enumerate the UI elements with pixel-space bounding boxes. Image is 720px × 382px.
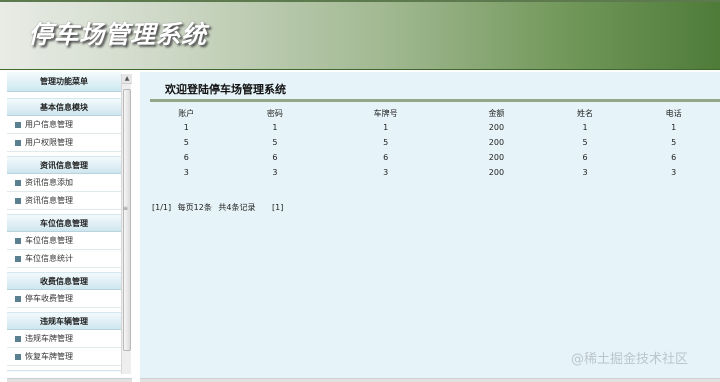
table-cell: 5 xyxy=(383,138,389,147)
sidebar-menu-item[interactable]: 恢复车牌管理 xyxy=(7,348,121,366)
sidebar-menu-item[interactable]: 资讯信息添加 xyxy=(7,174,121,192)
sidebar-menu-item[interactable]: 车位信息管理 xyxy=(7,232,121,250)
table-cell: 3 xyxy=(183,168,189,177)
pagination: [1/1] 每页12条 共4条记录 [1] xyxy=(152,202,287,213)
table-header-row: 账户 密码 车牌号 金额 姓名 电话 xyxy=(142,106,718,120)
table-cell: 6 xyxy=(383,153,389,162)
bullet-square-icon xyxy=(15,335,21,342)
table-cell: 6 xyxy=(671,153,677,162)
table-cell: 200 xyxy=(488,168,505,177)
bullet-square-icon xyxy=(15,255,21,262)
bullet-square-icon xyxy=(15,139,21,146)
column-header-amount: 金额 xyxy=(488,108,505,118)
table-cell: 5 xyxy=(671,138,677,147)
page-link-1[interactable]: [1] xyxy=(272,203,283,212)
table-cell: 200 xyxy=(488,153,505,162)
main-content: 欢迎登陆停车场管理系统 账户 密码 车牌号 金额 姓名 电话 1 1 1 200 1 1 5… xyxy=(140,72,720,378)
sidebar-menu-item[interactable]: 资讯信息管理 xyxy=(7,192,121,210)
sidebar-group-header[interactable]: 车位信息管理 xyxy=(7,214,121,232)
heading-divider xyxy=(150,99,720,102)
total-records: 共4条记录 xyxy=(218,203,256,212)
scrollbar-grip-icon: ≡ xyxy=(123,205,129,212)
main-horizontal-scrollbar[interactable] xyxy=(140,378,720,382)
table-cell: 3 xyxy=(582,168,588,177)
sidebar-horizontal-scrollbar[interactable] xyxy=(7,378,132,382)
sidebar-menu-title: 管理功能菜单 xyxy=(7,72,121,92)
sidebar-group-header[interactable]: 收费信息管理 xyxy=(7,272,121,290)
column-header-plate: 车牌号 xyxy=(373,108,398,118)
watermark: @稀土掘金技术社区 xyxy=(571,352,689,367)
welcome-heading: 欢迎登陆停车场管理系统 xyxy=(165,83,286,96)
sidebar-menu-item[interactable]: 停车收费管理 xyxy=(7,290,121,308)
sidebar-scrollbar[interactable]: ▲ ≡ xyxy=(121,74,132,374)
account-table: 账户 密码 车牌号 金额 姓名 电话 1 1 1 200 1 1 5 5 5 200 5 5 6 6 6 20… xyxy=(142,106,718,180)
table-cell: 1 xyxy=(183,123,189,132)
sidebar-menu-item-label: 车位信息统计 xyxy=(25,254,73,263)
sidebar-menu-item[interactable]: 车位信息统计 xyxy=(7,250,121,268)
app-title: 停车场管理系统 xyxy=(28,20,207,49)
sidebar-menu-item[interactable]: 用户权限管理 xyxy=(7,134,121,152)
column-header-account: 账户 xyxy=(178,108,195,118)
sidebar-menu-item-label: 恢复车牌管理 xyxy=(25,352,73,361)
scroll-up-arrow-icon[interactable]: ▲ xyxy=(122,74,132,84)
sidebar-menu-item[interactable]: 违规车牌管理 xyxy=(7,330,121,348)
table-cell: 6 xyxy=(272,153,278,162)
sidebar-menu-item-label: 用户信息管理 xyxy=(25,120,73,129)
sidebar: 管理功能菜单 基本信息模块 用户信息管理 用户权限管理 资讯信息管理 资讯信息添加 资讯信… xyxy=(7,72,132,372)
table-cell: 3 xyxy=(383,168,389,177)
bullet-square-icon xyxy=(15,237,21,244)
bullet-square-icon xyxy=(15,179,21,186)
bullet-square-icon xyxy=(15,197,21,204)
bullet-square-icon xyxy=(15,295,21,302)
table-cell: 3 xyxy=(671,168,677,177)
table-cell: 6 xyxy=(183,153,189,162)
scrollbar-thumb[interactable] xyxy=(123,89,131,351)
table-cell: 200 xyxy=(488,123,505,132)
column-header-password: 密码 xyxy=(266,108,283,118)
sidebar-group-header[interactable]: 违规车辆管理 xyxy=(7,370,121,372)
sidebar-menu-item-label: 资讯信息管理 xyxy=(25,196,73,205)
sidebar-group-header[interactable]: 违规车辆管理 xyxy=(7,312,121,330)
sidebar-menu-item-label: 停车收费管理 xyxy=(25,294,73,303)
sidebar-menu-item-label: 用户权限管理 xyxy=(25,138,73,147)
table-row: 6 6 6 200 6 6 xyxy=(142,150,718,165)
table-cell: 5 xyxy=(582,138,588,147)
table-cell: 6 xyxy=(582,153,588,162)
sidebar-group-header[interactable]: 资讯信息管理 xyxy=(7,156,121,174)
table-cell: 1 xyxy=(383,123,389,132)
bullet-square-icon xyxy=(15,353,21,360)
sidebar-group-header[interactable]: 基本信息模块 xyxy=(7,98,121,116)
table-row: 3 3 3 200 3 3 xyxy=(142,165,718,180)
sidebar-menu: 基本信息模块 用户信息管理 用户权限管理 资讯信息管理 资讯信息添加 资讯信息管理 车位信息… xyxy=(7,98,121,372)
table-row: 5 5 5 200 5 5 xyxy=(142,135,718,150)
sidebar-menu-item-label: 车位信息管理 xyxy=(25,236,73,245)
table-cell: 3 xyxy=(272,168,278,177)
per-page-info: 每页12条 xyxy=(177,203,212,212)
column-header-name: 姓名 xyxy=(577,108,594,118)
header-banner: 停车场管理系统 xyxy=(0,0,720,70)
column-header-phone: 电话 xyxy=(665,108,682,118)
table-cell: 1 xyxy=(582,123,588,132)
bullet-square-icon xyxy=(15,121,21,128)
sidebar-menu-item[interactable]: 用户信息管理 xyxy=(7,116,121,134)
table-cell: 5 xyxy=(272,138,278,147)
table-cell: 1 xyxy=(671,123,677,132)
table-cell: 200 xyxy=(488,138,505,147)
table-cell: 5 xyxy=(183,138,189,147)
table-cell: 1 xyxy=(272,123,278,132)
page-info: [1/1] xyxy=(152,203,172,212)
sidebar-menu-item-label: 违规车牌管理 xyxy=(25,334,73,343)
sidebar-menu-item-label: 资讯信息添加 xyxy=(25,178,73,187)
table-row: 1 1 1 200 1 1 xyxy=(142,120,718,135)
